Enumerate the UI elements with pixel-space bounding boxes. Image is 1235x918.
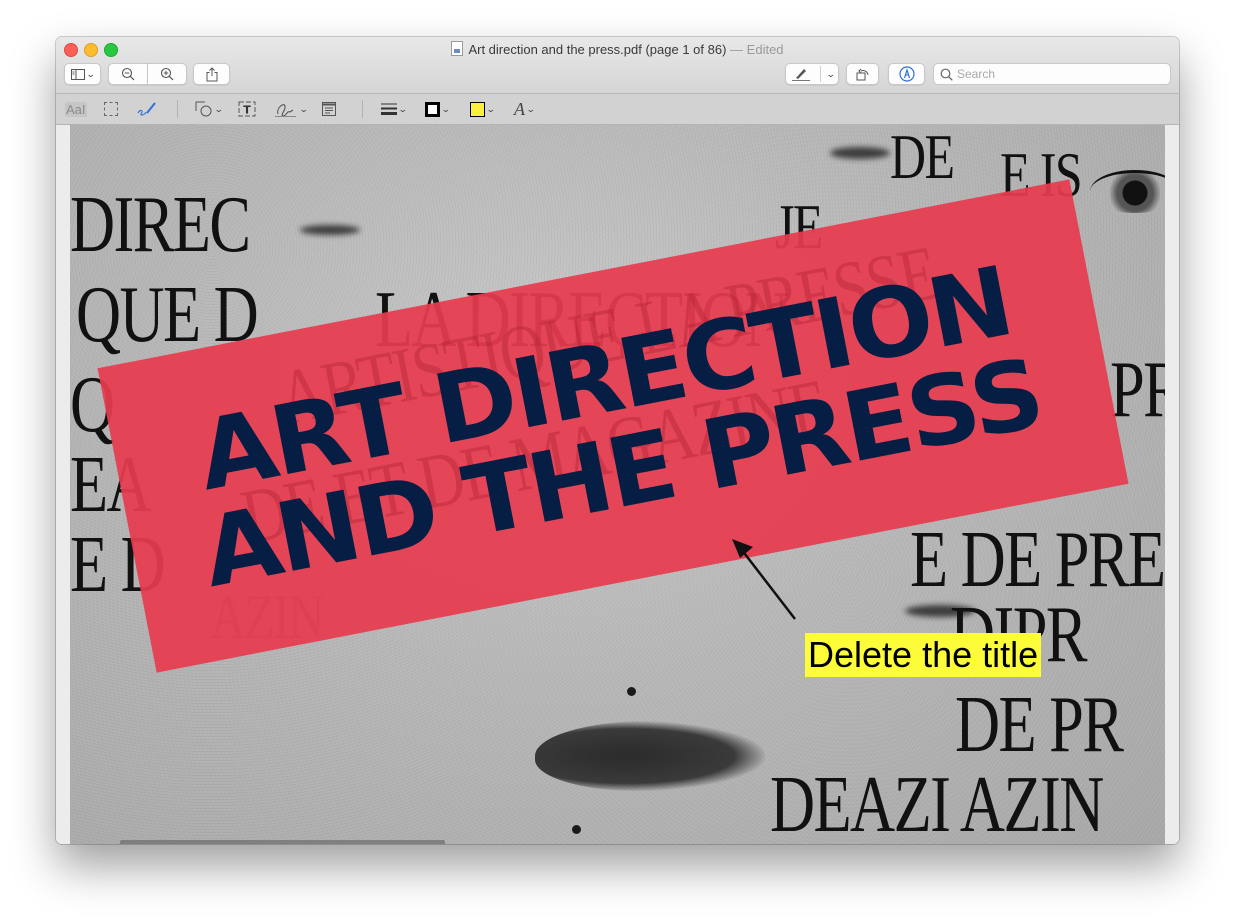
zoom-out-icon <box>121 67 135 81</box>
zoom-in-icon <box>160 67 174 81</box>
note-tool[interactable] <box>322 99 336 119</box>
text-selection-tool[interactable]: AaI <box>65 99 87 119</box>
text-style-icon: A <box>514 98 525 119</box>
text-box-icon: T <box>238 101 256 117</box>
divider <box>820 66 821 82</box>
border-color-swatch-icon <box>425 101 440 117</box>
background-word: PRI <box>1110 346 1165 434</box>
highlight-options-chevron-icon[interactable]: ⌄ <box>826 69 836 80</box>
title-bar: Art direction and the press.pdf (page 1 … <box>56 37 1179 94</box>
sign-tool[interactable]: ⌄ <box>274 99 309 119</box>
fill-color-swatch-icon <box>470 101 485 117</box>
mole-mark <box>627 687 636 696</box>
background-word: DEAZI AZIN <box>770 761 1104 844</box>
toolbar-separator <box>177 100 178 118</box>
chevron-down-icon: ⌄ <box>440 103 451 114</box>
note-icon <box>322 102 336 116</box>
window-title: Art direction and the press.pdf (page 1 … <box>56 41 1179 58</box>
text-style-menu[interactable]: A ⌄ <box>514 98 536 119</box>
edited-label: Edited <box>746 42 784 57</box>
highlighter-icon <box>792 69 810 81</box>
border-color-menu[interactable]: ⌄ <box>425 99 451 119</box>
pdf-document-icon <box>451 41 464 56</box>
search-input[interactable] <box>953 67 1157 81</box>
rotate-left-icon <box>856 68 868 81</box>
sketch-tool[interactable] <box>136 99 158 119</box>
chevron-down-icon: ⌄ <box>298 103 309 114</box>
chevron-down-icon: ⌄ <box>485 103 496 114</box>
pdf-page: DIREC QUE D LA DIRECTION Q EA E D DE E I… <box>70 125 1165 844</box>
svg-text:T: T <box>243 104 251 117</box>
line-weight-icon <box>381 103 397 115</box>
share-button[interactable] <box>193 63 230 85</box>
shapes-icon <box>195 101 212 117</box>
background-word: E DE PRE <box>910 516 1165 604</box>
horizontal-scrollbar[interactable] <box>120 840 445 844</box>
face-shading <box>830 147 890 159</box>
background-word: DE <box>890 125 955 192</box>
selection-rectangle-icon <box>104 102 118 116</box>
share-icon <box>206 66 217 81</box>
markup-toolbar: AaI ⌄ T ⌄ ⌄ ⌄ ⌄ A ⌄ <box>56 94 1179 125</box>
document-viewport[interactable]: DIREC QUE D LA DIRECTION Q EA E D DE E I… <box>56 125 1179 844</box>
mole-mark <box>572 825 581 834</box>
markup-pen-icon <box>898 66 915 82</box>
search-icon <box>940 68 953 81</box>
background-word: DIREC <box>70 181 251 269</box>
toolbar-separator <box>362 100 363 118</box>
face-shading <box>300 225 360 235</box>
document-title: Art direction and the press.pdf (page 1 … <box>468 42 727 57</box>
annotation-text-box[interactable]: Delete the title <box>805 633 1042 677</box>
sidebar-icon <box>70 68 85 80</box>
fill-color-menu[interactable]: ⌄ <box>470 99 496 119</box>
background-word: DE PR <box>955 681 1124 769</box>
preview-window: Art direction and the press.pdf (page 1 … <box>56 37 1179 844</box>
signature-icon <box>275 104 296 117</box>
zoom-in-button[interactable] <box>147 63 187 85</box>
chevron-down-icon: ⌄ <box>213 103 224 114</box>
rotate-button[interactable] <box>846 63 879 85</box>
rectangular-selection-tool[interactable] <box>104 99 118 119</box>
text-selection-icon: AaI <box>65 101 87 117</box>
title-separator: — <box>726 42 747 57</box>
sketch-pen-icon <box>137 102 156 116</box>
chevron-down-icon: ⌄ <box>397 103 408 114</box>
shape-style-menu[interactable]: ⌄ <box>381 99 408 119</box>
text-box-tool[interactable]: T <box>238 99 256 119</box>
search-field[interactable] <box>933 63 1171 85</box>
shapes-tool[interactable]: ⌄ <box>195 99 224 119</box>
highlight-button[interactable]: ⌄ <box>785 63 839 85</box>
zoom-out-button[interactable] <box>108 63 148 85</box>
chevron-down-icon: ⌄ <box>525 103 536 114</box>
lips-image <box>535 721 765 791</box>
sidebar-toggle-button[interactable]: ⌄ <box>64 63 101 85</box>
chevron-down-icon: ⌄ <box>85 68 96 79</box>
markup-toolbar-button[interactable] <box>888 63 925 85</box>
